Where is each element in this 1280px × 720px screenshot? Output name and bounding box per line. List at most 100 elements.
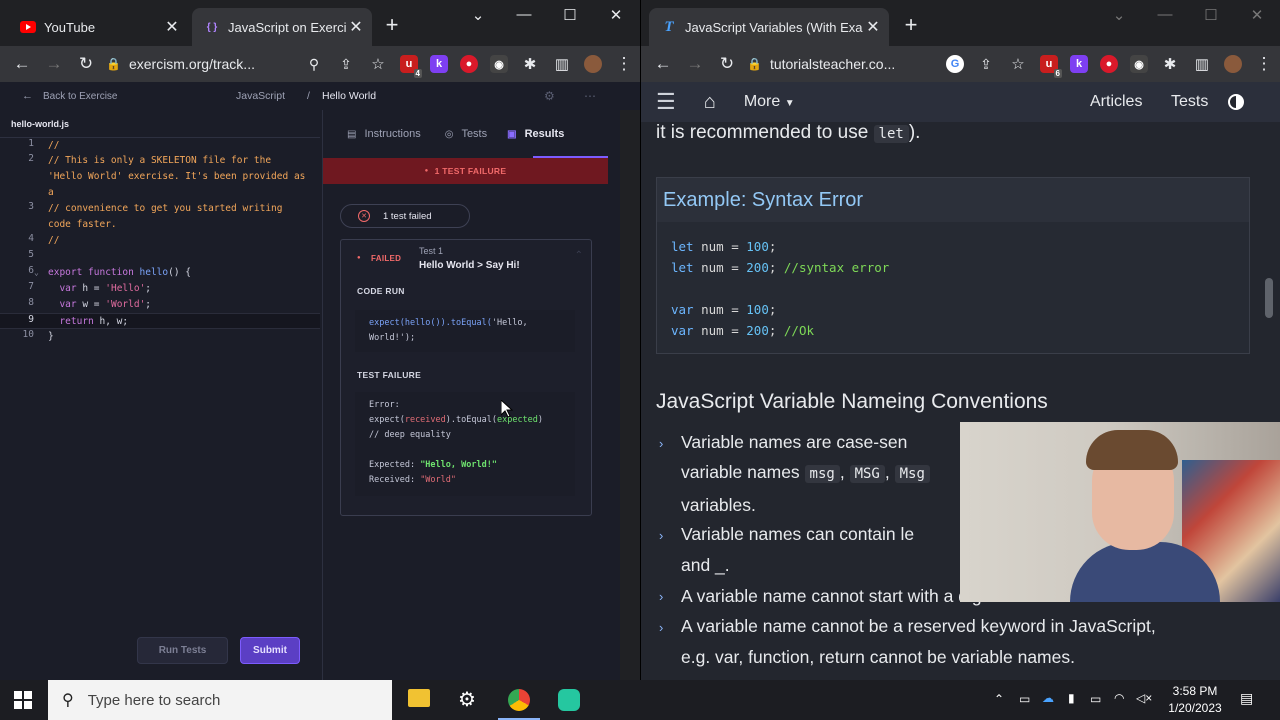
taskbar-search-box[interactable]: ⚲ Type here to search xyxy=(48,680,392,720)
clock-time[interactable]: 3:58 PM xyxy=(1168,684,1222,698)
minimize-button[interactable]: — xyxy=(1153,6,1177,23)
streamlabs-icon[interactable] xyxy=(558,689,580,711)
home-icon[interactable]: ⌂ xyxy=(704,91,716,114)
new-tab-button[interactable]: + xyxy=(899,12,923,38)
mouse-cursor-icon xyxy=(501,400,513,418)
share-icon[interactable]: ⇪ xyxy=(970,56,1002,73)
profile-avatar[interactable] xyxy=(1224,55,1242,73)
share-icon[interactable]: ⇪ xyxy=(330,56,362,73)
list-item-cont: and _. xyxy=(681,555,730,575)
side-panel-icon[interactable]: ▥ xyxy=(1186,55,1218,73)
file-explorer-icon[interactable] xyxy=(408,689,430,707)
menu-kebab-icon[interactable]: ⋮ xyxy=(608,54,640,74)
owl-extension-icon[interactable]: ◉ xyxy=(1130,55,1148,73)
onedrive-icon[interactable]: ☁ xyxy=(1042,691,1054,705)
minimize-button[interactable]: — xyxy=(512,6,536,23)
settings-gear-icon[interactable]: ⚙ xyxy=(458,687,476,712)
breadcrumb-track[interactable]: JavaScript xyxy=(236,90,285,102)
bookmark-star-icon[interactable]: ☆ xyxy=(1002,55,1034,73)
windows-start-icon[interactable] xyxy=(14,691,32,714)
chrome-icon[interactable] xyxy=(508,689,530,711)
left-toolbar: ← → ↻ 🔒 exercism.org/track... ⚲ ⇪ ☆ u4 k… xyxy=(0,46,640,82)
more-options-icon[interactable]: ⋯ xyxy=(584,89,596,103)
red-extension-icon[interactable]: ● xyxy=(1100,55,1118,73)
ublock-icon[interactable]: u6 xyxy=(1040,55,1062,78)
forward-icon[interactable]: → xyxy=(679,54,711,74)
google-icon[interactable]: G xyxy=(946,55,964,73)
ublock-icon[interactable]: u4 xyxy=(400,55,422,78)
file-tab[interactable]: hello-world.js xyxy=(11,119,69,129)
scrollbar-thumb[interactable] xyxy=(1265,278,1273,318)
close-tab-icon[interactable]: ✕ xyxy=(162,17,182,37)
tab-search-icon[interactable]: ⌄ xyxy=(1107,6,1131,24)
notifications-icon[interactable]: ▤ xyxy=(1240,690,1253,707)
tab-search-icon[interactable]: ⌄ xyxy=(466,6,490,24)
tab-instructions[interactable]: ▤ Instructions xyxy=(347,128,421,140)
tab-youtube[interactable]: YouTube ✕ xyxy=(8,8,188,46)
settings-gear-icon[interactable]: ⚙ xyxy=(544,89,555,103)
more-menu[interactable]: More ▼ xyxy=(744,93,795,111)
profile-avatar[interactable] xyxy=(584,55,602,73)
wifi-icon[interactable]: ◠ xyxy=(1114,691,1124,705)
code-run-box: expect(hello()).toEqual('Hello, World!')… xyxy=(355,310,575,352)
maximize-button[interactable]: ☐ xyxy=(558,6,582,24)
results-icon: ▣ xyxy=(507,128,517,140)
k-extension-icon[interactable]: k xyxy=(430,55,448,73)
new-tab-button[interactable]: + xyxy=(380,12,404,38)
close-window-button[interactable]: ✕ xyxy=(1245,6,1269,24)
fold-chevron-icon[interactable]: ⌄ xyxy=(34,268,39,277)
scrollbar[interactable] xyxy=(620,110,640,680)
nav-tests[interactable]: Tests xyxy=(1171,93,1208,111)
reload-icon[interactable]: ↻ xyxy=(711,54,743,74)
k-extension-icon[interactable]: k xyxy=(1070,55,1088,73)
ext-badge: 4 xyxy=(413,69,422,78)
list-item-cont: variable names msg, MSG, Msg xyxy=(681,462,930,483)
battery-icon[interactable]: ▭ xyxy=(1090,692,1101,706)
run-tests-button[interactable]: Run Tests xyxy=(137,637,228,664)
exercise-header: ← Back to Exercise JavaScript / Hello Wo… xyxy=(0,82,640,110)
back-icon[interactable]: ← xyxy=(6,54,38,74)
extensions-puzzle-icon[interactable]: ✱ xyxy=(514,55,546,73)
forward-icon[interactable]: → xyxy=(38,54,70,74)
nav-articles[interactable]: Articles xyxy=(1090,93,1142,111)
tab-tutorialsteacher[interactable]: T JavaScript Variables (With Example ✕ xyxy=(649,8,889,46)
extensions-puzzle-icon[interactable]: ✱ xyxy=(1154,55,1186,73)
side-panel-icon[interactable]: ▥ xyxy=(546,55,578,73)
lock-icon: 🔒 xyxy=(747,57,762,71)
meet-now-icon[interactable]: ▭ xyxy=(1019,692,1030,706)
owl-extension-icon[interactable]: ◉ xyxy=(490,55,508,73)
close-tab-icon[interactable]: ✕ xyxy=(863,17,883,37)
results-panel: ▤ Instructions ◎ Tests ▣ Results ● 1 TEST FA… xyxy=(322,110,608,680)
breadcrumb-separator: / xyxy=(307,90,310,102)
back-to-exercise-link[interactable]: Back to Exercise xyxy=(43,91,117,102)
menu-kebab-icon[interactable]: ⋮ xyxy=(1248,54,1280,74)
webcam-overlay xyxy=(960,422,1280,602)
close-tab-icon[interactable]: ✕ xyxy=(346,17,366,37)
maximize-button[interactable]: ☐ xyxy=(1199,6,1223,24)
microphone-icon[interactable]: ▮ xyxy=(1068,691,1075,705)
reload-icon[interactable]: ↻ xyxy=(70,54,102,74)
tab-tests[interactable]: ◎ Tests xyxy=(445,128,487,140)
theme-toggle-icon[interactable] xyxy=(1228,94,1244,110)
submit-button[interactable]: Submit xyxy=(240,637,300,664)
close-window-button[interactable]: ✕ xyxy=(604,6,628,24)
bookmark-star-icon[interactable]: ☆ xyxy=(362,55,394,73)
zoom-icon[interactable]: ⚲ xyxy=(298,56,330,73)
hamburger-menu-icon[interactable]: ☰ xyxy=(656,89,676,115)
intro-text: it is recommended to use let). xyxy=(656,122,921,143)
code-editor[interactable]: 1// 2// This is only a SKELETON file for… xyxy=(0,138,320,628)
address-bar[interactable]: 🔒 exercism.org/track... xyxy=(106,50,298,78)
chevron-icon[interactable]: ⌃ xyxy=(575,250,583,261)
tab-exercism[interactable]: { } JavaScript on Exercism ✕ xyxy=(192,8,372,46)
back-icon[interactable]: ← xyxy=(647,54,679,74)
person-hair xyxy=(1086,430,1178,470)
test-failure-label: TEST FAILURE xyxy=(357,370,422,380)
red-extension-icon[interactable]: ● xyxy=(460,55,478,73)
chevron-up-icon[interactable]: ⌃ xyxy=(994,692,1004,706)
volume-muted-icon[interactable]: ◁× xyxy=(1136,691,1152,705)
chevron-right-icon: › xyxy=(659,589,664,604)
tab-results[interactable]: ▣ Results xyxy=(507,128,564,140)
address-bar[interactable]: 🔒 tutorialsteacher.co... xyxy=(747,50,940,78)
clock-date[interactable]: 1/20/2023 xyxy=(1163,701,1227,715)
example-box: Example: Syntax Error let num = 100; let… xyxy=(656,177,1250,354)
